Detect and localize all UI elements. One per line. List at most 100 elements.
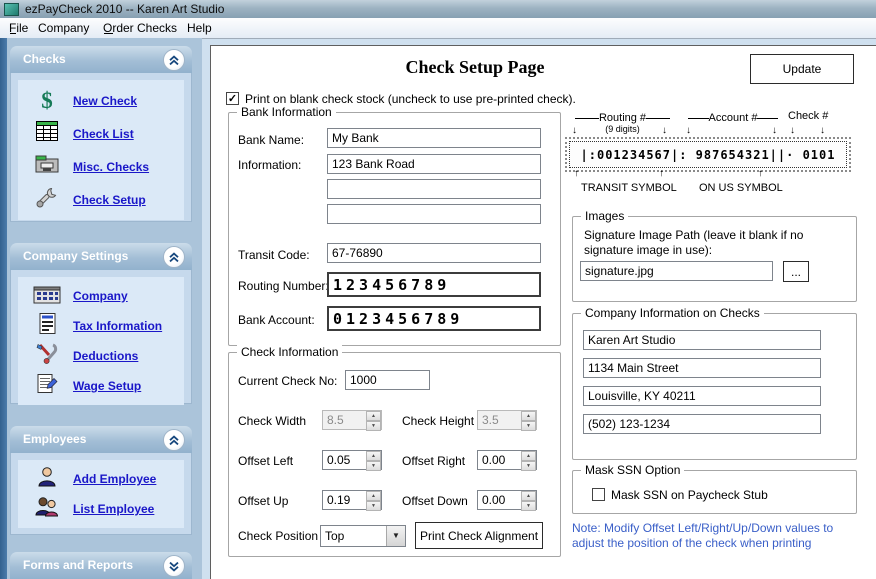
current-check-no-label: Current Check No: <box>238 374 337 388</box>
arrow-down-icon: ↓ <box>820 126 825 136</box>
routing-hash-label: Routing # <box>599 112 646 124</box>
company-name-input[interactable] <box>583 330 821 350</box>
routing-bracket: Routing # <box>575 112 670 124</box>
browse-button[interactable]: ... <box>783 261 809 282</box>
collapse-button[interactable] <box>163 49 185 71</box>
sidebar-panel-employees: Add Employee List Employee <box>10 453 192 535</box>
arrow-down-icon: ↓ <box>572 126 577 136</box>
sidebar-item-new-check[interactable]: $ New Check <box>18 84 184 117</box>
section-title: Employees <box>23 432 86 446</box>
bank-account-input[interactable] <box>327 306 541 331</box>
company-city-input[interactable] <box>583 386 821 406</box>
arrow-down-icon: ↓ <box>662 126 667 136</box>
sidebar-item-misc-checks[interactable]: Misc. Checks <box>18 150 184 183</box>
on-us-symbol-label: ON US SYMBOL <box>699 182 783 194</box>
chevron-down-icon <box>168 561 180 572</box>
arrow-down-icon: ↓ <box>790 126 795 136</box>
people-icon <box>30 496 64 522</box>
check-height-label: Check Height <box>402 414 474 428</box>
menu-help[interactable]: Help <box>184 20 215 36</box>
current-check-no-input[interactable] <box>345 370 430 390</box>
window-title: ezPayCheck 2010 -- Karen Art Studio <box>25 1 224 17</box>
expand-button[interactable] <box>163 555 185 577</box>
sidebar-item-add-employee[interactable]: Add Employee <box>18 464 184 494</box>
routing-number-label: Routing Number: <box>238 279 329 293</box>
print-blank-stock-checkbox[interactable]: ✓ <box>226 92 239 105</box>
spin-down-icon[interactable]: ▼ <box>521 461 536 471</box>
offset-up-stepper[interactable]: 0.19 ▲▼ <box>322 490 382 510</box>
sidebar-item-label: New Check <box>73 94 137 108</box>
bank-information-input-3[interactable] <box>327 204 541 224</box>
spin-down-icon[interactable]: ▼ <box>366 501 381 511</box>
arrow-up-icon: ↑ <box>659 169 664 179</box>
offset-note: Note: Modify Offset Left/Right/Up/Down v… <box>572 521 868 551</box>
offset-left-label: Offset Left <box>238 454 293 468</box>
section-title: Company Settings <box>23 249 128 263</box>
check-hash-label: Check # <box>788 110 828 122</box>
bank-name-input[interactable] <box>327 128 541 148</box>
print-blank-stock-label: Print on blank check stock (uncheck to u… <box>245 92 576 106</box>
sidebar-item-check-list[interactable]: Check List <box>18 117 184 150</box>
group-title: Images <box>581 209 628 223</box>
check-position-label: Check Position <box>238 529 318 543</box>
company-street-input[interactable] <box>583 358 821 378</box>
bank-information-input-1[interactable] <box>327 154 541 174</box>
transit-symbol-label: TRANSIT SYMBOL <box>581 182 677 194</box>
chevron-up-icon <box>168 252 180 263</box>
sidebar-item-label: Check List <box>73 127 134 141</box>
page-title: Check Setup Page <box>295 57 655 78</box>
transit-code-label: Transit Code: <box>238 248 310 262</box>
sidebar-item-deductions[interactable]: Deductions <box>18 341 184 371</box>
spin-down-icon: ▼ <box>521 421 536 431</box>
spin-up-icon[interactable]: ▲ <box>521 491 536 501</box>
spin-up-icon: ▲ <box>521 411 536 421</box>
offset-down-label: Offset Down <box>402 494 468 508</box>
routing-number-input[interactable] <box>327 272 541 297</box>
sidebar-item-tax-information[interactable]: Tax Information <box>18 311 184 341</box>
print-check-alignment-button[interactable]: Print Check Alignment <box>415 522 543 549</box>
section-title: Forms and Reports <box>23 558 133 572</box>
spin-down-icon: ▼ <box>366 421 381 431</box>
sidebar-panel-checks: $ New Check Check List Misc. Checks Che <box>10 73 192 222</box>
app-window: ezPayCheck 2010 -- Karen Art Studio File… <box>0 0 876 579</box>
signature-path-input[interactable] <box>580 261 773 281</box>
transit-code-input[interactable] <box>327 243 541 263</box>
title-bar: ezPayCheck 2010 -- Karen Art Studio <box>0 0 876 19</box>
check-position-dropdown[interactable]: Top ▼ <box>320 525 406 547</box>
update-button[interactable]: Update <box>750 54 854 84</box>
sidebar-section-checks-header: Checks <box>10 46 192 73</box>
spin-down-icon[interactable]: ▼ <box>366 461 381 471</box>
bank-information-input-2[interactable] <box>327 179 541 199</box>
sidebar-item-label: Tax Information <box>73 319 162 333</box>
tools-icon <box>30 342 64 370</box>
spin-up-icon[interactable]: ▲ <box>366 451 381 461</box>
sidebar-item-list-employee[interactable]: List Employee <box>18 494 184 524</box>
sidebar-item-label: List Employee <box>73 502 154 516</box>
sidebar-item-label: Check Setup <box>73 193 146 207</box>
offset-right-label: Offset Right <box>402 454 465 468</box>
check-width-stepper: 8.5 ▲▼ <box>322 410 382 430</box>
routing-digits-sublabel: (9 digits) <box>575 124 670 134</box>
wage-document-icon <box>30 372 64 400</box>
sidebar-item-label: Misc. Checks <box>73 160 149 174</box>
checkmark-icon: ✓ <box>228 93 237 105</box>
mask-ssn-checkbox[interactable] <box>592 488 605 501</box>
sidebar-section-forms-reports-header: Forms and Reports <box>10 552 192 579</box>
spin-down-icon[interactable]: ▼ <box>521 501 536 511</box>
sidebar-section-employees-header: Employees <box>10 426 192 453</box>
section-title: Checks <box>23 52 66 66</box>
collapse-button[interactable] <box>163 246 185 268</box>
offset-down-stepper[interactable]: 0.00 ▲▼ <box>477 490 537 510</box>
spin-up-icon[interactable]: ▲ <box>521 451 536 461</box>
sidebar-item-wage-setup[interactable]: Wage Setup <box>18 371 184 401</box>
company-phone-input[interactable] <box>583 414 821 434</box>
spin-up-icon[interactable]: ▲ <box>366 491 381 501</box>
collapse-button[interactable] <box>163 429 185 451</box>
offset-right-stepper[interactable]: 0.00 ▲▼ <box>477 450 537 470</box>
offset-left-stepper[interactable]: 0.05 ▲▼ <box>322 450 382 470</box>
menu-company[interactable]: Company <box>35 20 92 36</box>
sidebar-item-company[interactable]: Company <box>18 281 184 311</box>
spin-up-icon: ▲ <box>366 411 381 421</box>
chevron-up-icon <box>168 55 180 66</box>
sidebar-item-check-setup[interactable]: Check Setup <box>18 183 184 216</box>
